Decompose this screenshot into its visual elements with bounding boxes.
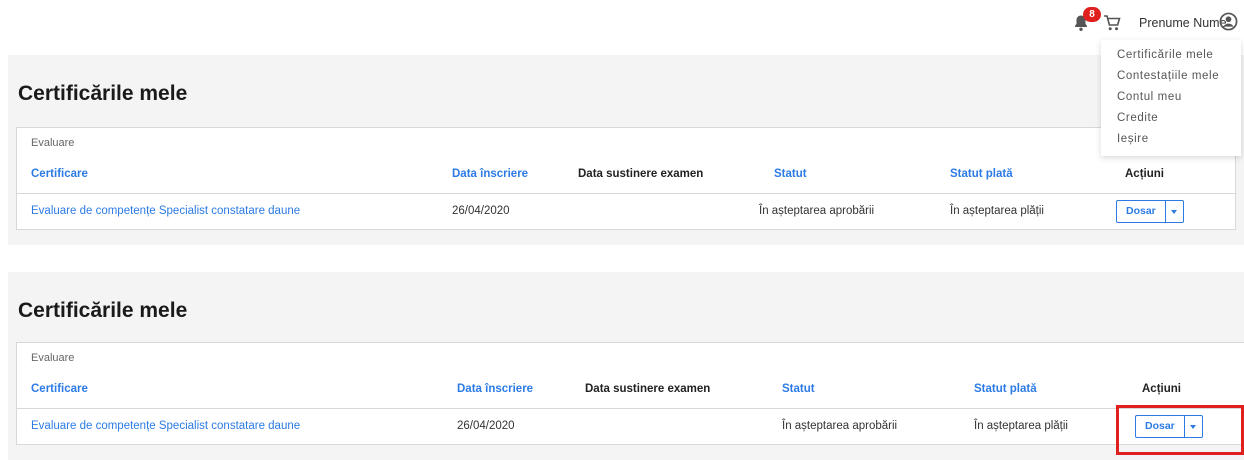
menu-item-iesire[interactable]: Ieșire [1101,129,1241,150]
certificare-link[interactable]: Evaluare de competențe Specialist consta… [31,420,300,432]
data-inscriere-cell: 26/04/2020 [457,420,515,432]
column-header-statut-plata[interactable]: Statut plată [950,168,1013,180]
column-header-data-inscriere[interactable]: Data înscriere [457,383,533,395]
column-header-actiuni: Acțiuni [1125,168,1164,180]
column-header-certificare[interactable]: Certificare [31,383,88,395]
panel-label: Evaluare [31,137,75,149]
user-circle-icon[interactable] [1219,12,1238,31]
menu-item-contul-meu[interactable]: Contul meu [1101,87,1241,108]
page-title: Certificările mele [18,82,188,105]
column-header-data-inscriere[interactable]: Data înscriere [452,168,528,180]
table-divider [17,193,1235,194]
user-dropdown-menu: Certificările mele Contestațiile mele Co… [1101,40,1241,156]
top-navbar: 8 Prenume Nume [0,0,1244,46]
certifications-section-highlighted: Certificările mele Evaluare Certificare … [8,272,1244,460]
column-header-data-sustinere: Data sustinere examen [585,383,711,395]
statut-cell: În așteptarea aprobării [759,205,875,217]
data-inscriere-cell: 26/04/2020 [452,205,510,217]
caret-down-icon [1171,209,1178,214]
column-header-data-sustinere: Data sustinere examen [578,168,704,180]
column-header-actiuni: Acțiuni [1142,383,1181,395]
column-header-statut[interactable]: Statut [774,168,807,180]
column-header-statut[interactable]: Statut [782,383,815,395]
table-divider [17,408,1244,409]
highlight-annotation-box [1116,405,1244,455]
cart-icon[interactable] [1103,14,1121,32]
panel-label: Evaluare [31,352,75,364]
menu-item-contestatiile-mele[interactable]: Contestațiile mele [1101,66,1241,87]
dosar-split-button: Dosar [1116,200,1184,223]
notification-badge: 8 [1083,7,1101,22]
page-title: Certificările mele [18,299,188,322]
statut-plata-cell: În așteptarea plății [950,205,1044,217]
dosar-button[interactable]: Dosar [1117,201,1166,222]
statut-cell: În așteptarea aprobării [782,420,898,432]
dosar-dropdown-toggle[interactable] [1166,201,1183,222]
menu-item-credite[interactable]: Credite [1101,108,1241,129]
statut-plata-cell: În așteptarea plății [974,420,1068,432]
user-name-link[interactable]: Prenume Nume [1139,16,1227,30]
column-header-certificare[interactable]: Certificare [31,168,88,180]
menu-item-certificarile-mele[interactable]: Certificările mele [1101,45,1241,66]
certifications-section: Certificările mele Evaluare Certificare … [8,55,1244,245]
certifications-panel: Evaluare Certificare Data înscriere Data… [16,127,1236,230]
column-header-statut-plata[interactable]: Statut plată [974,383,1037,395]
certifications-panel: Evaluare Certificare Data înscriere Data… [16,342,1244,445]
certificare-link[interactable]: Evaluare de competențe Specialist consta… [31,205,300,217]
